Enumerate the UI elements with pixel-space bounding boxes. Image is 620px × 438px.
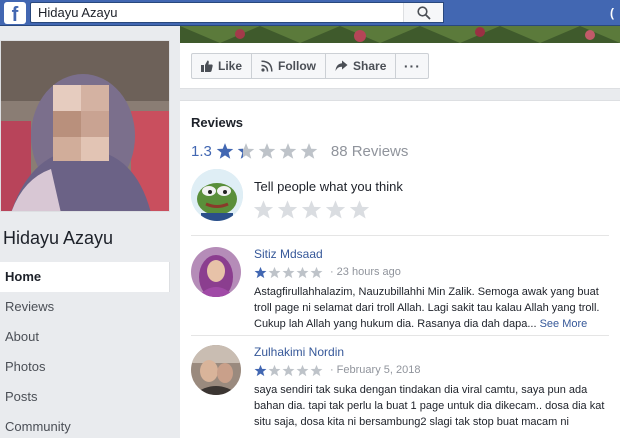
star-filled-icon	[254, 364, 267, 376]
review-meta: · 23 hours ago	[254, 265, 401, 279]
nav-item-photos[interactable]: Photos	[0, 352, 170, 382]
rating-value: 1.3	[191, 142, 212, 160]
star-empty-icon	[296, 364, 309, 376]
reviewer-name[interactable]: Sitiz Mdsaad	[254, 247, 323, 261]
star-empty-icon	[279, 143, 297, 159]
review-meta: · February 5, 2018	[254, 363, 420, 377]
see-more-link[interactable]: See More	[540, 318, 588, 330]
like-button-label: Like	[218, 59, 243, 73]
star-outline-icon[interactable]	[325, 199, 346, 220]
cover-photo-illustration	[180, 26, 620, 43]
star-empty-icon	[282, 266, 295, 278]
review-body: saya sendiri tak suka dengan tindakan di…	[254, 384, 605, 428]
reviewer-name[interactable]: Zulhakimi Nordin	[254, 345, 344, 359]
star-filled-icon	[254, 266, 267, 278]
reviewer-photo-illustration	[191, 345, 241, 395]
star-filled-icon	[216, 143, 234, 159]
search-icon	[416, 5, 431, 20]
frog-avatar-illustration	[191, 169, 243, 221]
share-arrow-icon	[335, 60, 348, 71]
star-empty-icon	[268, 364, 281, 376]
star-outline-icon[interactable]	[253, 199, 274, 220]
profile-shortcut[interactable]: (	[608, 0, 620, 26]
review-date[interactable]: February 5, 2018	[337, 364, 421, 376]
review-date[interactable]: 23 hours ago	[337, 266, 401, 278]
top-navigation-bar: f (	[0, 0, 620, 26]
reviews-heading: Reviews	[191, 115, 244, 130]
cover-photo[interactable]	[180, 26, 620, 43]
review-text: saya sendiri tak suka dengan tindakan di…	[254, 382, 616, 430]
star-empty-icon	[310, 364, 323, 376]
overall-rating: 1.3 88 Reviews	[191, 141, 408, 161]
write-review-prompt[interactable]: Tell people what you think	[254, 179, 403, 194]
facebook-logo-letter: f	[11, 4, 19, 24]
search-button[interactable]	[403, 3, 443, 22]
star-partial-icon	[237, 143, 255, 159]
nav-item-posts[interactable]: Posts	[0, 382, 170, 412]
more-options-icon: ···	[403, 58, 421, 74]
star-outline-icon[interactable]	[349, 199, 370, 220]
facebook-logo-icon[interactable]: f	[4, 2, 26, 24]
star-empty-icon	[296, 266, 309, 278]
nav-item-community[interactable]: Community	[0, 412, 170, 438]
profile-photo-illustration	[1, 41, 169, 211]
search-box	[30, 2, 444, 23]
star-empty-icon	[282, 364, 295, 376]
write-review-star-picker[interactable]	[253, 199, 373, 220]
star-empty-icon	[258, 143, 276, 159]
page-name: Hidayu Azayu	[3, 228, 114, 248]
divider	[191, 235, 609, 236]
star-outline-icon[interactable]	[277, 199, 298, 220]
reviewer-avatar[interactable]	[191, 247, 241, 297]
nav-item-about[interactable]: About	[0, 322, 170, 352]
reviews-section: Reviews 1.3 88 Reviews Tell people what …	[180, 100, 620, 438]
like-button[interactable]: Like	[191, 53, 253, 79]
viewer-avatar	[191, 169, 243, 221]
share-button[interactable]: Share	[325, 53, 397, 79]
divider	[191, 335, 609, 336]
reviewer-avatar[interactable]	[191, 345, 241, 395]
nav-item-home[interactable]: Home	[0, 262, 170, 292]
review-date-separator: ·	[330, 266, 334, 278]
review-text: Astagfirullahhalazim, Nauzubillahhi Min …	[254, 284, 616, 332]
review-date-separator: ·	[330, 364, 334, 376]
review-count[interactable]: 88 Reviews	[331, 143, 409, 160]
left-navigation: Home Reviews About Photos Posts Communit…	[0, 262, 170, 438]
reviewer-photo-illustration	[191, 247, 241, 297]
overall-rating-stars	[216, 142, 321, 160]
follow-button-label: Follow	[278, 59, 317, 73]
review-item: Zulhakimi Nordin · February 5, 2018 saya…	[191, 345, 616, 435]
star-outline-icon[interactable]	[301, 199, 322, 220]
write-review-row: Tell people what you think	[191, 169, 611, 229]
profile-picture[interactable]	[0, 40, 170, 212]
rss-follow-icon	[261, 60, 273, 72]
star-empty-icon	[268, 266, 281, 278]
star-empty-icon	[310, 266, 323, 278]
star-empty-icon	[300, 143, 318, 159]
nav-item-reviews[interactable]: Reviews	[0, 292, 170, 322]
search-input[interactable]	[31, 3, 403, 22]
thumbs-up-icon	[201, 60, 213, 72]
review-item: Sitiz Mdsaad · 23 hours ago Astagfirulla…	[191, 247, 616, 333]
page-actions-bar: Like Follow Share ···	[180, 43, 620, 89]
share-button-label: Share	[353, 59, 387, 73]
profile-shortcut-label: (	[610, 6, 614, 20]
more-options-button[interactable]: ···	[395, 53, 430, 79]
follow-button[interactable]: Follow	[251, 53, 327, 79]
page-action-buttons: Like Follow Share ···	[191, 53, 430, 79]
